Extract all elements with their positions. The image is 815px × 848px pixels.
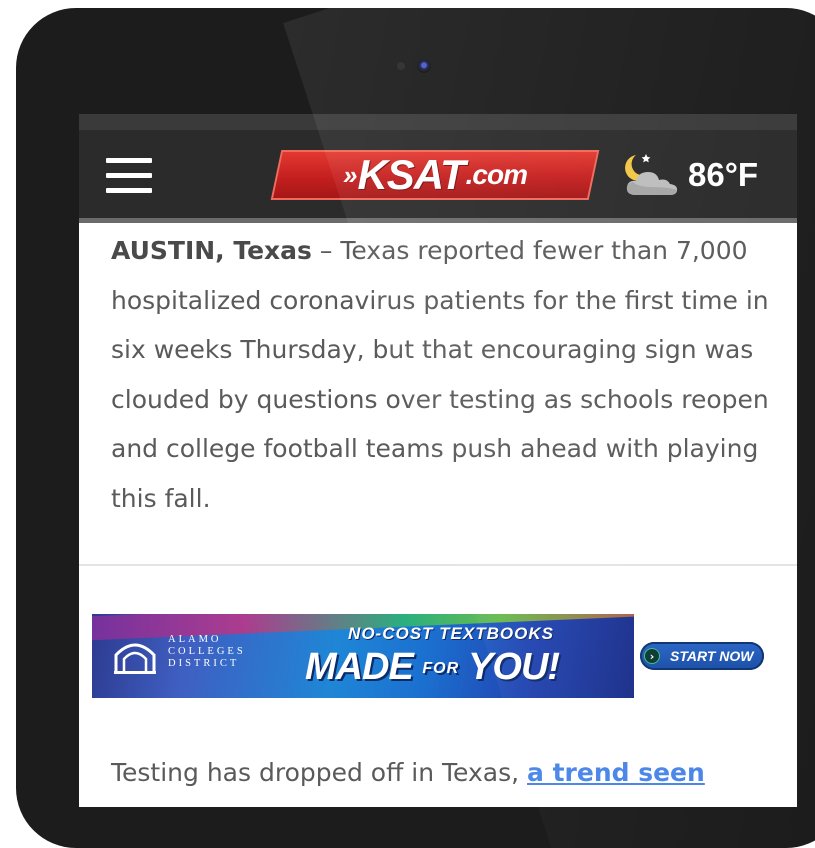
- article-link[interactable]: a trend seen: [527, 758, 705, 787]
- ad-tagline: MADE FOR YOU!: [282, 646, 582, 689]
- front-camera: [417, 59, 431, 73]
- hamburger-menu-icon[interactable]: [106, 158, 152, 194]
- ad-tagline-made: MADE: [304, 646, 414, 688]
- sensor-dot: [397, 62, 405, 70]
- section-divider: [79, 564, 797, 566]
- ad-org-line: ALAMO: [168, 634, 222, 645]
- ad-org-line: DISTRICT: [168, 658, 240, 669]
- logo-wordmark: KSAT: [357, 151, 465, 198]
- start-now-button[interactable]: › START NOW: [640, 642, 764, 670]
- article-text: AUSTIN, Texas – Texas reported fewer tha…: [111, 226, 771, 523]
- ad-org-line: COLLEGES: [168, 646, 246, 657]
- ksat-logo[interactable]: » KSAT .com: [270, 150, 600, 200]
- menu-bar: [106, 188, 152, 193]
- ad-headline: NO-COST TEXTBOOKS: [348, 624, 554, 643]
- site-header: » KSAT .com 86°F: [79, 130, 797, 223]
- article2-text: Testing has dropped off in Texas,: [111, 758, 528, 787]
- browser-screen: » KSAT .com 86°F AUSTIN, Texas – Texas r…: [79, 114, 797, 807]
- dateline-separator: –: [311, 236, 341, 265]
- weather-temperature: 86°F: [688, 156, 759, 193]
- article-paragraph-1: AUSTIN, Texas – Texas reported fewer tha…: [111, 226, 771, 523]
- status-strip: [79, 114, 797, 130]
- moon-cloud-icon: [622, 151, 680, 199]
- dateline: AUSTIN, Texas: [111, 236, 312, 265]
- arch-emblem-icon: [114, 637, 156, 675]
- logo-suffix: .com: [465, 159, 528, 190]
- article-text: Testing has dropped off in Texas, a tren…: [111, 748, 781, 798]
- ad-tagline-for: FOR: [422, 659, 460, 677]
- ad-tagline-you: YOU!: [468, 646, 560, 688]
- chevron-right-icon: ›: [644, 648, 660, 664]
- menu-bar: [106, 173, 152, 178]
- article-body: Texas reported fewer than 7,000 hospital…: [111, 236, 769, 513]
- start-now-label: START NOW: [670, 648, 754, 664]
- logo-text: » KSAT .com: [278, 151, 592, 198]
- tablet-frame: » KSAT .com 86°F AUSTIN, Texas – Texas r…: [16, 8, 815, 848]
- menu-bar: [106, 158, 152, 163]
- ad-banner[interactable]: ALAMO COLLEGES DISTRICT NO-COST TEXTBOOK…: [92, 614, 634, 698]
- weather-widget[interactable]: 86°F: [622, 147, 758, 203]
- article-paragraph-2: Testing has dropped off in Texas, a tren…: [111, 748, 781, 798]
- ad-org-name: ALAMO COLLEGES DISTRICT: [168, 634, 246, 670]
- logo-arrows: »: [342, 159, 352, 190]
